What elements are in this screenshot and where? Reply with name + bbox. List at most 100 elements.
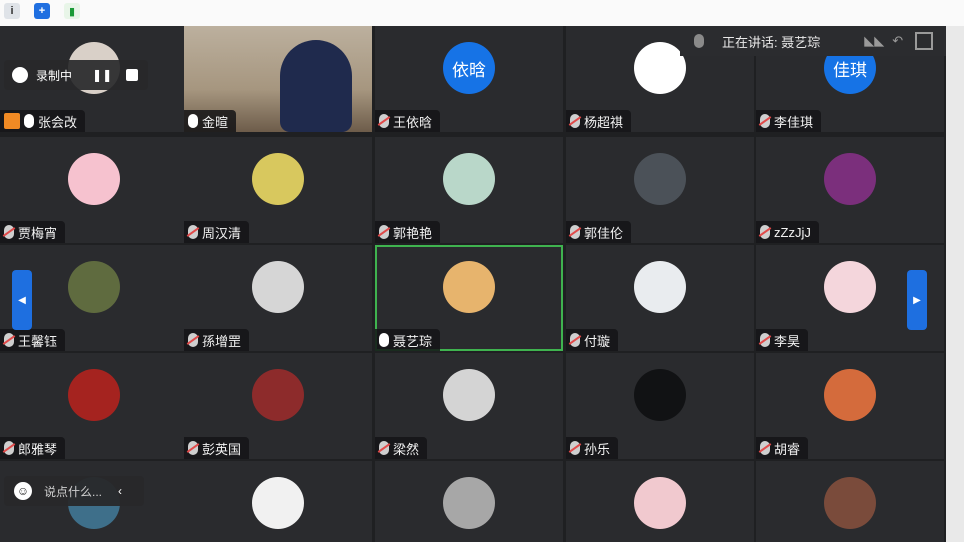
participant-namebar: 梁然 bbox=[375, 437, 428, 459]
mic-icon bbox=[24, 114, 34, 128]
cloud-icon bbox=[12, 67, 28, 83]
participant-tile[interactable]: 贾梅宵 bbox=[0, 137, 188, 243]
participant-tile[interactable] bbox=[566, 461, 754, 542]
avatar bbox=[634, 369, 686, 421]
participant-tile[interactable]: 金暄 bbox=[184, 26, 372, 132]
mic-muted-icon bbox=[568, 225, 582, 239]
mic-muted-icon bbox=[377, 114, 391, 128]
participant-name: 彭英国 bbox=[202, 441, 242, 457]
mute-slash bbox=[758, 116, 772, 126]
recording-label: 录制中 bbox=[36, 68, 73, 83]
participant-tile[interactable] bbox=[375, 461, 563, 542]
participant-namebar: 郭艳艳 bbox=[375, 221, 441, 243]
participant-name: 梁然 bbox=[393, 441, 420, 457]
avatar bbox=[634, 477, 686, 529]
avatar bbox=[252, 477, 304, 529]
participant-name: 张会改 bbox=[38, 114, 78, 130]
participant-tile[interactable] bbox=[184, 461, 372, 542]
participant-tile[interactable]: 依晗 王依晗 bbox=[375, 26, 563, 132]
mute-slash bbox=[568, 443, 582, 453]
back-icon[interactable]: ↶ bbox=[892, 33, 903, 49]
participant-tile[interactable]: 郭佳伦 bbox=[566, 137, 754, 243]
participant-namebar: 李昊 bbox=[756, 329, 809, 351]
mic-muted-icon bbox=[2, 225, 16, 239]
participant-namebar: 王馨钰 bbox=[0, 329, 66, 351]
mic-muted-icon bbox=[568, 441, 582, 455]
chat-input[interactable]: ☺ 说点什么... ‹ bbox=[4, 476, 144, 506]
participant-name: zZzJjJ bbox=[774, 224, 811, 240]
participant-tile[interactable] bbox=[756, 461, 944, 542]
participant-tile[interactable]: 梁然 bbox=[375, 353, 563, 459]
participant-namebar: 王依晗 bbox=[375, 110, 441, 132]
participant-tile[interactable]: 郭艳艳 bbox=[375, 137, 563, 243]
participant-name: 孙乐 bbox=[584, 441, 611, 457]
avatar bbox=[824, 477, 876, 529]
participant-tile[interactable]: 郎雅琴 bbox=[0, 353, 188, 459]
participant-tile[interactable]: 聂艺琮 bbox=[375, 245, 563, 351]
participant-tile[interactable]: 孫增罡 bbox=[184, 245, 372, 351]
avatar bbox=[634, 153, 686, 205]
next-page-button[interactable]: ▶ bbox=[907, 270, 927, 330]
participant-tile[interactable]: 周汉清 bbox=[184, 137, 372, 243]
pause-icon[interactable]: ❚❚ bbox=[92, 68, 112, 82]
participant-name: 郎雅琴 bbox=[18, 441, 58, 457]
avatar bbox=[252, 369, 304, 421]
participant-name: 王馨钰 bbox=[18, 333, 58, 349]
signal-icon[interactable]: ▮ bbox=[64, 3, 80, 19]
mic-muted-icon bbox=[186, 441, 200, 455]
mic-icon bbox=[694, 34, 704, 48]
browser-topbar: i + ▮ bbox=[0, 0, 964, 27]
chevron-right-icon: ▶ bbox=[913, 294, 921, 306]
participant-name: 郭佳伦 bbox=[584, 225, 624, 241]
mute-slash bbox=[377, 116, 391, 126]
avatar bbox=[634, 261, 686, 313]
mute-slash bbox=[377, 227, 391, 237]
participant-namebar: 郭佳伦 bbox=[566, 221, 632, 243]
mic-muted-icon bbox=[377, 225, 391, 239]
mute-slash bbox=[377, 443, 391, 453]
participant-name: 杨超祺 bbox=[584, 114, 624, 130]
scrollbar[interactable] bbox=[946, 26, 964, 542]
chat-placeholder: 说点什么... bbox=[44, 484, 103, 499]
participant-tile[interactable]: 孙乐 bbox=[566, 353, 754, 459]
avatar bbox=[443, 261, 495, 313]
participant-tile[interactable]: 付璇 bbox=[566, 245, 754, 351]
participant-namebar: 孫增罡 bbox=[184, 329, 250, 351]
participant-namebar: 郎雅琴 bbox=[0, 437, 66, 459]
emoji-icon[interactable]: ☺ bbox=[14, 482, 32, 500]
mute-slash bbox=[568, 227, 582, 237]
participant-name: 胡睿 bbox=[774, 441, 801, 457]
mute-slash bbox=[758, 335, 772, 345]
mic-muted-icon bbox=[2, 333, 16, 347]
mute-slash bbox=[186, 335, 200, 345]
participant-tile[interactable]: zZzJjJ bbox=[756, 137, 944, 243]
avatar bbox=[68, 153, 120, 205]
participant-namebar: 孙乐 bbox=[566, 437, 619, 459]
participant-name: 李佳琪 bbox=[774, 114, 814, 130]
info-icon[interactable]: i bbox=[4, 3, 20, 19]
avatar bbox=[634, 42, 686, 94]
avatar bbox=[252, 261, 304, 313]
prev-page-button[interactable]: ◀ bbox=[12, 270, 32, 330]
participant-namebar: 胡睿 bbox=[756, 437, 809, 459]
mic-muted-icon bbox=[186, 333, 200, 347]
mic-muted-icon bbox=[758, 441, 772, 455]
participant-namebar: 付璇 bbox=[566, 329, 619, 351]
stop-icon[interactable] bbox=[126, 69, 139, 81]
participant-tile[interactable]: 彭英国 bbox=[184, 353, 372, 459]
avatar bbox=[68, 369, 120, 421]
participant-tile[interactable]: 胡睿 bbox=[756, 353, 944, 459]
mute-slash bbox=[2, 443, 16, 453]
mute-slash bbox=[186, 227, 200, 237]
avatar bbox=[443, 369, 495, 421]
recording-bar: 录制中 ❚❚ bbox=[4, 60, 148, 90]
fullscreen-icon[interactable] bbox=[915, 32, 934, 50]
participant-namebar: 杨超祺 bbox=[566, 110, 632, 132]
mute-slash bbox=[758, 227, 772, 237]
mic-muted-icon bbox=[568, 114, 582, 128]
participant-name: 付璇 bbox=[584, 333, 611, 349]
avatar bbox=[443, 477, 495, 529]
chevron-left-icon[interactable]: ‹ bbox=[118, 484, 122, 498]
shield-icon[interactable]: + bbox=[34, 3, 50, 19]
participant-name: 郭艳艳 bbox=[393, 225, 433, 241]
